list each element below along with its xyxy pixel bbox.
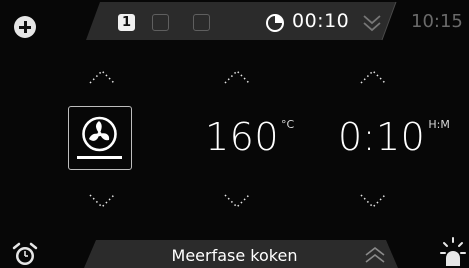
add-phase-icon[interactable] — [14, 16, 36, 38]
duration-display[interactable]: 0:10 H:M — [338, 115, 450, 159]
mode-up-arrow[interactable] — [87, 68, 117, 86]
chevron-double-down-icon[interactable] — [362, 12, 382, 34]
fan-icon — [77, 116, 122, 159]
temperature-up-arrow[interactable] — [222, 68, 252, 86]
phase-1-label: 1 — [121, 15, 132, 30]
program-name[interactable]: Meerfase koken — [0, 246, 469, 265]
clock-time: 10:15 — [411, 11, 463, 32]
phase-3-tab[interactable] — [193, 14, 210, 31]
duration-value: 0:10 — [338, 115, 426, 159]
mode-down-arrow[interactable] — [87, 192, 117, 210]
temperature-unit: °C — [281, 118, 295, 131]
top-bar — [86, 1, 397, 41]
timer-value[interactable]: 00:10 — [292, 10, 349, 32]
fan-mode-button[interactable] — [68, 106, 132, 170]
alarm-clock-icon[interactable] — [11, 240, 39, 268]
light-icon[interactable] — [440, 236, 466, 268]
duration-up-arrow[interactable] — [358, 68, 388, 86]
timer-icon[interactable] — [265, 13, 285, 33]
phase-2-tab[interactable] — [152, 14, 169, 31]
duration-unit: H:M — [428, 118, 450, 131]
phase-1-tab[interactable]: 1 — [118, 14, 135, 31]
temperature-down-arrow[interactable] — [222, 192, 252, 210]
temperature-display[interactable]: 160 °C — [205, 115, 294, 159]
temperature-value: 160 — [205, 115, 280, 159]
chevron-double-up-icon[interactable] — [364, 244, 386, 266]
duration-down-arrow[interactable] — [358, 192, 388, 210]
